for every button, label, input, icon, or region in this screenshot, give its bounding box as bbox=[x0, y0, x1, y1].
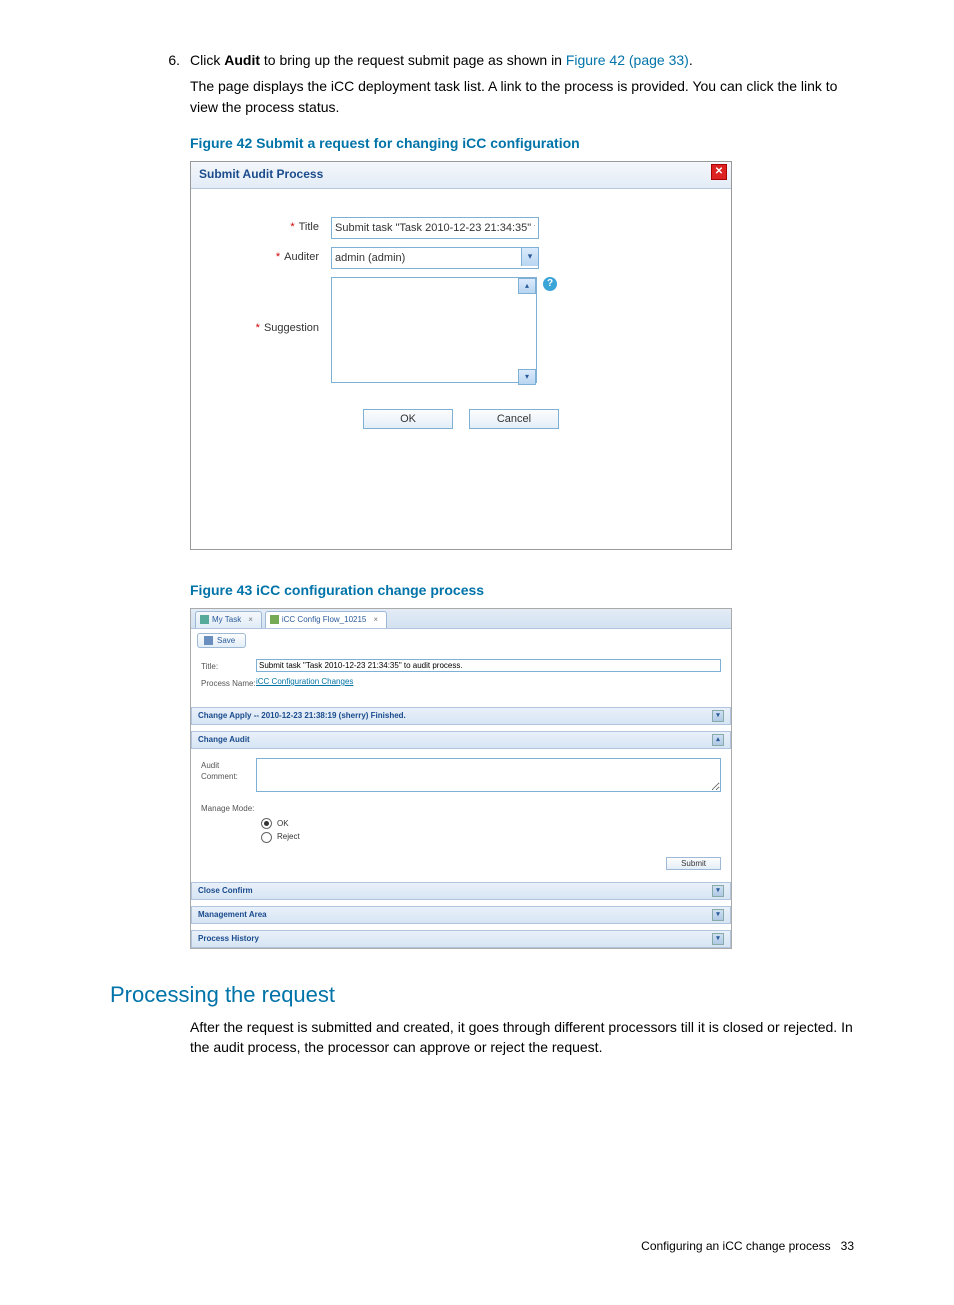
step-6: 6. Click Audit to bring up the request s… bbox=[60, 50, 894, 117]
tab-icc-config-flow[interactable]: iCC Config Flow_10215× bbox=[265, 611, 387, 628]
save-button[interactable]: Save bbox=[197, 633, 246, 649]
change-audit-panel: Audit Comment: Manage Mode: OK Reject bbox=[191, 749, 731, 851]
radio-icon bbox=[261, 832, 272, 843]
audit-comment-label: Audit Comment: bbox=[201, 758, 256, 796]
title-label: *Title bbox=[209, 217, 331, 236]
cancel-button[interactable]: Cancel bbox=[469, 409, 559, 429]
submit-audit-dialog: Submit Audit Process ✕ *Title *Auditer ▾… bbox=[190, 161, 732, 549]
tab-icon bbox=[270, 615, 279, 624]
radio-reject[interactable]: Reject bbox=[261, 831, 721, 843]
tab-close-icon[interactable]: × bbox=[248, 614, 253, 626]
ok-button[interactable]: OK bbox=[363, 409, 453, 429]
scroll-up-icon[interactable]: ▴ bbox=[518, 278, 536, 294]
text-pre: Click bbox=[190, 52, 224, 68]
expand-icon[interactable]: ▴ bbox=[712, 734, 724, 746]
close-confirm-bar[interactable]: Close Confirm ▾ bbox=[191, 882, 731, 900]
collapse-icon[interactable]: ▾ bbox=[712, 710, 724, 722]
title-label: Title: bbox=[201, 659, 256, 673]
processing-request-para: After the request is submitted and creat… bbox=[190, 1017, 864, 1058]
scroll-down-icon[interactable]: ▾ bbox=[518, 369, 536, 385]
step-body: Click Audit to bring up the request subm… bbox=[190, 50, 894, 117]
icc-process-window: My Task× iCC Config Flow_10215× Save Tit… bbox=[190, 608, 732, 949]
radio-ok[interactable]: OK bbox=[261, 818, 721, 830]
management-area-bar[interactable]: Management Area ▾ bbox=[191, 906, 731, 924]
collapse-icon[interactable]: ▾ bbox=[712, 933, 724, 945]
footer-text: Configuring an iCC change process bbox=[641, 1239, 830, 1253]
radio-icon bbox=[261, 818, 272, 829]
save-icon bbox=[204, 636, 213, 645]
manage-mode-label: Manage Mode: bbox=[201, 801, 256, 815]
tab-strip: My Task× iCC Config Flow_10215× bbox=[191, 609, 731, 629]
process-history-bar[interactable]: Process History ▾ bbox=[191, 930, 731, 948]
auditer-label: *Auditer bbox=[209, 247, 331, 266]
step-number: 6. bbox=[150, 50, 190, 117]
tab-my-task[interactable]: My Task× bbox=[195, 611, 262, 628]
figure-43-caption: Figure 43 iCC configuration change proce… bbox=[190, 580, 894, 600]
title-input[interactable] bbox=[331, 217, 539, 239]
f43-title-input[interactable] bbox=[256, 659, 721, 672]
collapse-icon[interactable]: ▾ bbox=[712, 909, 724, 921]
submit-button[interactable]: Submit bbox=[666, 857, 721, 870]
dialog-title: Submit Audit Process bbox=[191, 162, 731, 188]
suggestion-textarea[interactable] bbox=[331, 277, 537, 383]
page-number: 33 bbox=[841, 1239, 854, 1253]
change-apply-bar[interactable]: Change Apply -- 2010-12-23 21:38:19 (she… bbox=[191, 707, 731, 725]
auditer-input[interactable] bbox=[331, 247, 539, 269]
collapse-icon[interactable]: ▾ bbox=[712, 885, 724, 897]
processing-request-heading: Processing the request bbox=[110, 979, 894, 1011]
text-mid: to bring up the request submit page as s… bbox=[260, 52, 566, 68]
chevron-down-icon[interactable]: ▾ bbox=[521, 248, 538, 266]
process-name-link[interactable]: iCC Configuration Changes bbox=[256, 677, 353, 686]
audit-comment-textarea[interactable] bbox=[256, 758, 721, 792]
process-name-label: Process Name: bbox=[201, 676, 256, 690]
suggestion-label: *Suggestion bbox=[209, 277, 331, 337]
step-para2: The page displays the iCC deployment tas… bbox=[190, 76, 864, 117]
text-end: . bbox=[689, 52, 693, 68]
change-audit-bar[interactable]: Change Audit ▴ bbox=[191, 731, 731, 749]
audit-bold: Audit bbox=[224, 52, 260, 68]
tab-icon bbox=[200, 615, 209, 624]
tab-close-icon[interactable]: × bbox=[373, 614, 378, 626]
figure-42-link[interactable]: Figure 42 (page 33) bbox=[566, 52, 689, 68]
figure-42-caption: Figure 42 Submit a request for changing … bbox=[190, 133, 894, 153]
page-footer: Configuring an iCC change process 33 bbox=[60, 1238, 894, 1255]
close-icon[interactable]: ✕ bbox=[711, 164, 727, 180]
help-icon[interactable]: ? bbox=[543, 277, 557, 291]
